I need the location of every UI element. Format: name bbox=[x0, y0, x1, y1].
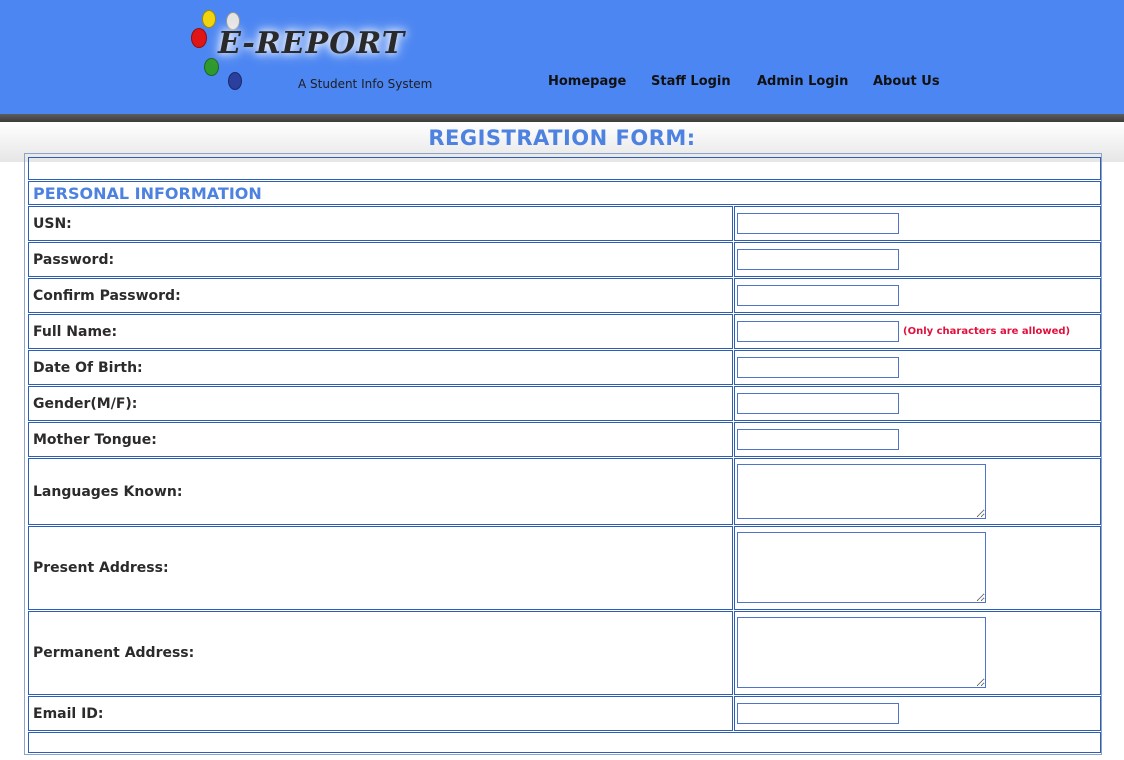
languages-known-label-cell: Languages Known: bbox=[28, 458, 733, 525]
logo-tagline: A Student Info System bbox=[298, 77, 433, 91]
permanent-address-label: Permanent Address: bbox=[33, 645, 195, 661]
gender-input-cell bbox=[734, 386, 1101, 421]
mother-tongue-input[interactable] bbox=[737, 429, 899, 450]
password-input[interactable] bbox=[737, 249, 899, 270]
mother-tongue-label: Mother Tongue: bbox=[33, 432, 157, 448]
dob-label-cell: Date Of Birth: bbox=[28, 350, 733, 385]
languages-known-input-cell bbox=[734, 458, 1101, 525]
header-divider bbox=[0, 114, 1124, 122]
dob-input-cell bbox=[734, 350, 1101, 385]
form-top-spacer bbox=[28, 157, 1101, 180]
usn-input-cell bbox=[734, 206, 1101, 241]
permanent-address-textarea[interactable] bbox=[737, 617, 986, 688]
full-name-label-cell: Full Name: bbox=[28, 314, 733, 349]
usn-label-cell: USN: bbox=[28, 206, 733, 241]
email-input-cell bbox=[734, 696, 1101, 731]
languages-known-label: Languages Known: bbox=[33, 484, 183, 500]
email-input[interactable] bbox=[737, 703, 899, 724]
password-input-cell bbox=[734, 242, 1101, 277]
registration-form: PERSONAL INFORMATION USN: Password: Conf… bbox=[24, 153, 1102, 755]
form-bottom-spacer bbox=[28, 732, 1101, 753]
section-header-row: PERSONAL INFORMATION bbox=[28, 181, 1101, 205]
nav-homepage[interactable]: Homepage bbox=[548, 74, 626, 89]
site-header: E-REPORT A Student Info System Homepage … bbox=[0, 0, 1124, 114]
logo-text: E-REPORT bbox=[218, 26, 406, 61]
mother-tongue-input-cell bbox=[734, 422, 1101, 457]
usn-label: USN: bbox=[33, 216, 72, 232]
gender-label-cell: Gender(M/F): bbox=[28, 386, 733, 421]
permanent-address-input-cell bbox=[734, 611, 1101, 695]
logo-dot-blue-icon bbox=[228, 72, 242, 90]
password-label: Password: bbox=[33, 252, 115, 268]
section-personal-information: PERSONAL INFORMATION bbox=[33, 184, 262, 203]
site-logo[interactable]: E-REPORT A Student Info System bbox=[188, 8, 448, 96]
full-name-input[interactable] bbox=[737, 321, 899, 342]
nav-about-us[interactable]: About Us bbox=[873, 74, 940, 89]
mother-tongue-label-cell: Mother Tongue: bbox=[28, 422, 733, 457]
logo-dot-green-icon bbox=[204, 58, 219, 76]
nav-admin-login[interactable]: Admin Login bbox=[757, 74, 848, 89]
full-name-input-cell: (Only characters are allowed) bbox=[734, 314, 1101, 349]
languages-known-textarea[interactable] bbox=[737, 464, 986, 519]
dob-input[interactable] bbox=[737, 357, 899, 378]
confirm-password-label-cell: Confirm Password: bbox=[28, 278, 733, 313]
full-name-label: Full Name: bbox=[33, 324, 118, 340]
email-label-cell: Email ID: bbox=[28, 696, 733, 731]
usn-input[interactable] bbox=[737, 213, 899, 234]
permanent-address-label-cell: Permanent Address: bbox=[28, 611, 733, 695]
gender-label: Gender(M/F): bbox=[33, 396, 138, 412]
present-address-input-cell bbox=[734, 526, 1101, 610]
present-address-label-cell: Present Address: bbox=[28, 526, 733, 610]
gender-input[interactable] bbox=[737, 393, 899, 414]
page-title: REGISTRATION FORM: bbox=[428, 126, 696, 150]
logo-dot-red-icon bbox=[191, 28, 207, 48]
dob-label: Date Of Birth: bbox=[33, 360, 143, 376]
confirm-password-input-cell bbox=[734, 278, 1101, 313]
confirm-password-label: Confirm Password: bbox=[33, 288, 181, 304]
password-label-cell: Password: bbox=[28, 242, 733, 277]
nav-staff-login[interactable]: Staff Login bbox=[651, 74, 731, 89]
confirm-password-input[interactable] bbox=[737, 285, 899, 306]
full-name-hint: (Only characters are allowed) bbox=[903, 326, 1071, 337]
email-label: Email ID: bbox=[33, 706, 104, 722]
logo-dot-yellow-icon bbox=[202, 10, 216, 28]
present-address-label: Present Address: bbox=[33, 560, 169, 576]
present-address-textarea[interactable] bbox=[737, 532, 986, 603]
